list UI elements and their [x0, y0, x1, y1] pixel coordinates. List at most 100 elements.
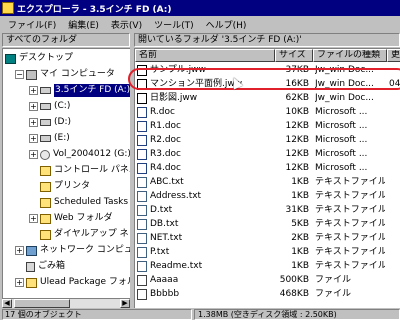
- menu-help[interactable]: ヘルプ(H): [200, 18, 253, 31]
- tree-item[interactable]: + Web フォルダ: [29, 212, 112, 225]
- tree-item[interactable]: + Vol_2004012 (G:): [29, 148, 130, 161]
- text-file-icon: [137, 260, 147, 272]
- expand-icon[interactable]: +: [29, 102, 38, 111]
- file-size: 12KB: [285, 163, 309, 173]
- file-row[interactable]: R2.doc 12KB Microsoft ...: [135, 133, 400, 147]
- file-row[interactable]: DB.txt 5KB テキストファイル: [135, 217, 400, 231]
- file-row[interactable]: ABC.txt 1KB テキストファイル: [135, 175, 400, 189]
- tree-item-label: プリンタ: [54, 181, 91, 191]
- file-type: Microsoft ...: [315, 135, 368, 145]
- folder-tree[interactable]: デスクトップ − マイ コンピュータ +3.5インチ FD (A:) + (C:) + (D:…: [2, 48, 130, 298]
- menu-file[interactable]: ファイル(F): [2, 18, 62, 31]
- file-size: 10KB: [285, 107, 309, 117]
- expand-icon[interactable]: +: [15, 278, 24, 287]
- expand-icon[interactable]: +: [29, 150, 38, 159]
- expand-icon[interactable]: +: [29, 214, 38, 223]
- computer-icon: [26, 69, 37, 80]
- drive-icon: [40, 103, 51, 110]
- file-row[interactable]: R1.doc 12KB Microsoft ...: [135, 119, 400, 133]
- tree-item[interactable]: + (E:): [29, 132, 70, 145]
- scroll-left-arrow-icon[interactable]: ◀: [2, 299, 12, 308]
- generic-file-icon: [137, 274, 147, 286]
- scroll-thumb[interactable]: [14, 299, 70, 308]
- doc-file-icon: [137, 106, 147, 118]
- expand-icon[interactable]: +: [15, 246, 24, 255]
- collapse-icon[interactable]: −: [15, 70, 24, 79]
- file-row[interactable]: 日影図.jww 62KB Jw_win Doc...: [135, 91, 400, 105]
- file-row[interactable]: R3.doc 12KB Microsoft ...: [135, 147, 400, 161]
- text-file-icon: [137, 176, 147, 188]
- generic-file-icon: [137, 288, 147, 300]
- open-folder-header: 開いているフォルダ '3.5インチ FD (A:)': [134, 33, 400, 47]
- pane-headers: すべてのフォルダ 開いているフォルダ '3.5インチ FD (A:)': [0, 33, 400, 47]
- trash-icon: [26, 261, 35, 272]
- text-file-icon: [137, 246, 147, 258]
- file-row[interactable]: P.txt 1KB テキストファイル: [135, 245, 400, 259]
- menu-tools[interactable]: ツール(T): [148, 18, 200, 31]
- tree-item[interactable]: Scheduled Tasks: [29, 196, 128, 209]
- doc-file-icon: [137, 120, 147, 132]
- disk-space: 1.38MB (空きディスク領域 : 2.50KB): [194, 309, 400, 320]
- file-type: テキストファイル: [315, 247, 385, 257]
- file-type: テキストファイル: [315, 205, 385, 215]
- scroll-right-arrow-icon[interactable]: ▶: [120, 299, 130, 308]
- menu-view[interactable]: 表示(V): [105, 18, 148, 31]
- tree-item[interactable]: +3.5インチ FD (A:): [29, 84, 130, 97]
- column-modified[interactable]: 更新: [387, 49, 400, 62]
- jww-file-icon: [137, 92, 147, 104]
- file-name: Aaaaa: [150, 275, 179, 285]
- file-name: D.txt: [150, 205, 173, 215]
- file-row[interactable]: Address.txt 1KB テキストファイル: [135, 189, 400, 203]
- tree-horizontal-scrollbar[interactable]: ◀ ▶: [2, 298, 130, 308]
- column-headers: 名前 サイズ ファイルの種類 更新: [135, 49, 400, 62]
- expand-icon[interactable]: +: [29, 134, 38, 143]
- tree-item[interactable]: ごみ箱: [15, 260, 65, 273]
- file-row[interactable]: Readme.txt 1KB テキストファイル: [135, 259, 400, 273]
- tree-item[interactable]: ダイヤルアップ ネットワーク: [29, 228, 130, 241]
- tree-item-label: (C:): [54, 101, 71, 111]
- file-name: R.doc: [150, 107, 175, 117]
- tree-item-label: ネットワーク コンピュータ: [40, 245, 130, 255]
- column-name[interactable]: 名前: [135, 49, 275, 62]
- tree-item[interactable]: プリンタ: [29, 180, 90, 193]
- doc-file-icon: [137, 134, 147, 146]
- file-row[interactable]: R.doc 10KB Microsoft ...: [135, 105, 400, 119]
- tree-item[interactable]: − マイ コンピュータ: [15, 68, 115, 81]
- file-name: P.txt: [150, 247, 170, 257]
- tree-item-label: (E:): [54, 133, 70, 143]
- file-row[interactable]: NET.txt 2KB テキストファイル: [135, 231, 400, 245]
- menu-edit[interactable]: 編集(E): [62, 18, 105, 31]
- column-type[interactable]: ファイルの種類: [313, 49, 387, 62]
- tree-item-label: ダイヤルアップ ネットワーク: [54, 229, 130, 239]
- tree-item[interactable]: デスクトップ: [5, 52, 73, 65]
- tree-item[interactable]: + Ulead Package フォルダ: [15, 276, 130, 289]
- file-row[interactable]: Bbbbb 468KB ファイル: [135, 287, 400, 301]
- explorer-folder-icon: [2, 2, 14, 14]
- tree-item[interactable]: + (C:): [29, 100, 70, 113]
- text-file-icon: [137, 218, 147, 230]
- network-icon: [26, 245, 37, 256]
- tree-item[interactable]: + (D:): [29, 116, 71, 129]
- title-bar[interactable]: エクスプローラ - 3.5インチ FD (A:): [0, 0, 400, 16]
- expand-icon[interactable]: +: [29, 86, 38, 95]
- file-name: R4.doc: [150, 163, 182, 173]
- file-size: 62KB: [285, 93, 309, 103]
- object-count: 17 個のオブジェクト: [2, 309, 192, 320]
- tree-item-label: 3.5インチ FD (A:): [54, 84, 130, 97]
- tree-item-label: Web フォルダ: [54, 213, 113, 223]
- file-size: 1KB: [291, 191, 309, 201]
- file-name: 日影図.jww: [150, 93, 198, 103]
- file-size: 468KB: [279, 289, 309, 299]
- file-row[interactable]: D.txt 31KB テキストファイル: [135, 203, 400, 217]
- doc-file-icon: [137, 148, 147, 160]
- file-type: ファイル: [315, 289, 352, 299]
- file-row[interactable]: R4.doc 12KB Microsoft ...: [135, 161, 400, 175]
- tree-item[interactable]: コントロール パネル: [29, 164, 130, 177]
- tree-item[interactable]: + ネットワーク コンピュータ: [15, 244, 130, 257]
- file-size: 31KB: [285, 205, 309, 215]
- file-name: Bbbbb: [150, 289, 180, 299]
- text-file-icon: [137, 204, 147, 216]
- column-size[interactable]: サイズ: [275, 49, 313, 62]
- expand-icon[interactable]: +: [29, 118, 38, 127]
- file-row[interactable]: Aaaaa 500KB ファイル: [135, 273, 400, 287]
